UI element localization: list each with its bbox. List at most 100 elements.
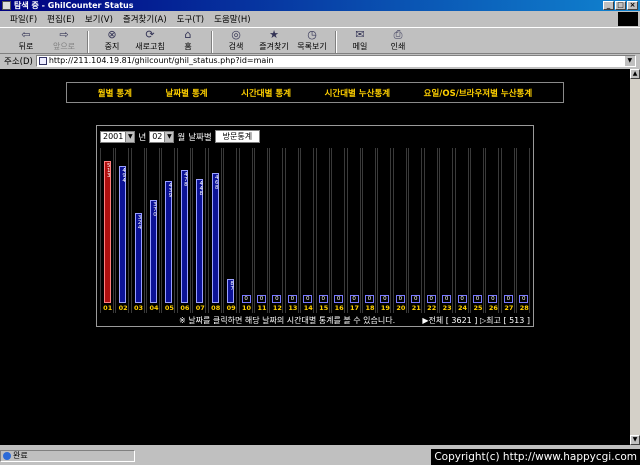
chart-bar-value: 0 [303,295,313,303]
search-icon: ◎ [231,28,241,41]
chart-day-column[interactable]: 513 01 [99,148,114,313]
ie-page-icon [3,452,11,460]
address-bar: 주소(D) http://211.104.19.81/ghilcount/ghi… [0,54,640,68]
chart-bar[interactable]: 324 [134,213,143,303]
chart-day-column[interactable]: 370 04 [146,148,160,313]
toolbar-button-home[interactable]: ⌂ 홈 [170,28,206,53]
chart-day-column[interactable]: 324 03 [130,148,145,313]
chart-bar-value: 0 [442,295,452,303]
toolbar-button-label: 뒤로 [18,42,34,51]
year-unit-label: 년 [138,132,147,143]
chart-day-column[interactable]: 478 06 [176,148,191,313]
year-select[interactable]: 2001 ▼ [100,130,136,143]
address-input[interactable]: http://211.104.19.81/ghilcount/ghil_stat… [35,55,636,67]
home-icon: ⌂ [184,28,192,41]
chart-bar-value: 0 [457,295,467,303]
nav-daily-stats[interactable]: 날짜별 통계 [166,87,208,99]
date-controls: 2001 ▼ 년 02 ▼ 월 날짜별 방문통계 [100,129,261,144]
toolbar-button-refresh[interactable]: ⟳ 새로고침 [132,28,168,53]
toolbar-button-back-arrow[interactable]: ⇦ 뒤로 [8,28,44,53]
chart-day-column[interactable]: 0 11 [254,148,268,313]
browser-app-icon [2,1,11,10]
window-title: 탐색 중 - GhilCounter Status [14,1,134,10]
chart-bar-value: 0 [426,295,436,303]
chart-day-column[interactable]: 0 10 [238,148,253,313]
menu-tools[interactable]: 도구(T) [177,13,204,25]
chart-day-column[interactable]: 468 08 [207,148,222,313]
scroll-down-arrow-icon[interactable]: ▼ [630,435,640,445]
vertical-scrollbar[interactable]: ▲ ▼ [630,69,640,445]
close-button[interactable]: × [627,1,638,10]
stats-nav: 월별 통계 날짜별 통계 시간대별 통계 시간대별 누산통계 요일/OS/브라우… [66,82,564,103]
toolbar-button-stop[interactable]: ⊗ 중지 [94,28,130,53]
chart-day-column[interactable]: 494 02 [115,148,130,313]
chart-day-column[interactable]: 0 17 [346,148,361,313]
toolbar-separator [87,31,89,53]
toolbar-button-mail[interactable]: ✉ 메일 [342,28,378,53]
chart-day-column[interactable]: 0 16 [331,148,346,313]
chart-day-column[interactable]: 0 28 [515,148,533,313]
menu-favorites[interactable]: 즐겨찾기(A) [123,13,167,25]
menu-edit[interactable]: 편집(E) [47,13,75,25]
maximize-button[interactable]: □ [615,1,626,10]
toolbar-button-label: 중지 [104,42,120,51]
chart-day-column[interactable]: 0 15 [315,148,330,313]
chart-day-column[interactable]: 0 27 [500,148,515,313]
chart-day-column[interactable]: 0 23 [439,148,454,313]
chart-bar-value: 87 [229,280,236,291]
chevron-down-icon[interactable]: ▼ [624,56,635,66]
chart-bar-value: 0 [241,295,251,303]
chart-day-column[interactable]: 0 12 [269,148,284,313]
scroll-up-arrow-icon[interactable]: ▲ [630,69,640,79]
nav-weekday-os-browser-stats[interactable]: 요일/OS/브라우져별 누산통계 [424,87,533,99]
chart-bar[interactable]: 468 [211,173,220,303]
chart-day-column[interactable]: 0 20 [392,148,407,313]
chart-bar[interactable]: 513 [103,160,112,303]
minimize-button[interactable]: _ [603,1,614,10]
chart-day-column[interactable]: 439 05 [161,148,176,313]
chart-day-column[interactable]: 87 09 [223,148,238,313]
chart-bar[interactable]: 448 [196,178,204,303]
nav-monthly-stats[interactable]: 월별 통계 [98,87,132,99]
chart-day-column[interactable]: 0 26 [485,148,500,313]
chart-bar-value: 468 [213,175,220,191]
visit-stats-button[interactable]: 방문통계 [214,130,261,143]
toolbar-button-forward-arrow[interactable]: ⇨ 앞으로 [46,28,82,53]
chart-bar[interactable]: 494 [119,165,127,303]
chart-day-column[interactable]: 0 14 [300,148,315,313]
chart-day-column[interactable]: 448 07 [192,148,207,313]
chart-bar-value: 478 [182,172,189,188]
menu-view[interactable]: 보기(V) [85,13,113,25]
chart-bar[interactable]: 439 [165,181,174,303]
chart-day-label[interactable]: 28 [515,304,533,313]
daily-bar-chart: 513 01 494 02 324 03 370 04 439 05 478 06 448 07 468 08… [99,148,531,313]
nav-hourly-stats[interactable]: 시간대별 통계 [241,87,291,99]
month-select[interactable]: 02 ▼ [149,130,175,143]
copyright-banner: Copyright(c) http://www.happycgi.com [431,449,640,465]
history-icon: ◷ [307,28,317,41]
refresh-icon: ⟳ [145,28,155,41]
windows-logo-icon [618,12,638,26]
chart-bar[interactable]: 370 [150,200,158,303]
chart-day-column[interactable]: 0 19 [377,148,392,313]
menu-file[interactable]: 파일(F) [10,13,37,25]
toolbar-button-search[interactable]: ◎ 검색 [218,28,254,53]
chart-day-column[interactable]: 0 24 [454,148,469,313]
chart-day-column[interactable]: 0 13 [284,148,299,313]
by-date-label: 날짜별 [188,132,212,143]
chart-day-column[interactable]: 0 21 [408,148,423,313]
toolbar-button-favorites[interactable]: ★ 즐겨찾기 [256,28,292,53]
nav-hourly-cumulative-stats[interactable]: 시간대별 누산통계 [325,87,391,99]
chart-bar-value: 439 [167,183,174,199]
chart-bar-value: 0 [411,295,421,303]
chart-day-column[interactable]: 0 22 [423,148,438,313]
toolbar-button-label: 검색 [228,42,244,51]
chart-day-column[interactable]: 0 18 [362,148,376,313]
chart-day-column[interactable]: 0 25 [470,148,484,313]
chart-bar[interactable]: 478 [180,170,189,303]
chevron-down-icon: ▼ [164,131,174,142]
toolbar-button-history[interactable]: ◷ 목록보기 [294,28,330,53]
menu-help[interactable]: 도움말(H) [214,13,250,25]
chart-bar[interactable]: 87 [227,278,236,303]
toolbar-button-print[interactable]: ⎙ 인쇄 [380,28,416,53]
